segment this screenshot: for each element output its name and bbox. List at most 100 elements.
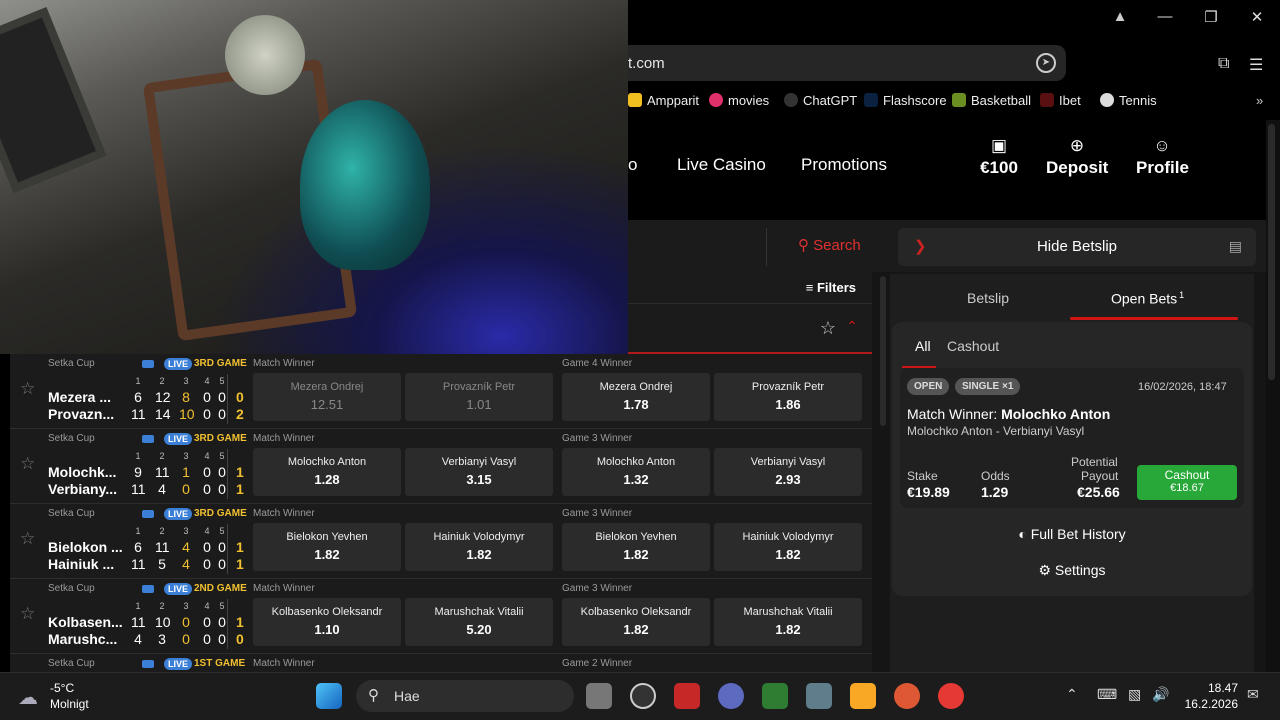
close-button[interactable]: ✕ (1242, 8, 1272, 30)
duckduckgo-icon[interactable] (894, 683, 920, 709)
start-icon[interactable] (316, 683, 342, 709)
odds-button[interactable]: Marushchak Vitalii 1.82 (714, 598, 862, 646)
network-icon[interactable]: ▧ (1128, 686, 1141, 703)
bookmark-basketball[interactable]: Basketball (952, 93, 1031, 108)
competition-name: Setka Cup (48, 433, 95, 444)
odds-button[interactable]: Provazník Petr 1.01 (405, 373, 553, 421)
nav-promotions[interactable]: Promotions (801, 155, 887, 175)
keyboard-icon[interactable]: ⌨ (1097, 686, 1117, 703)
tab-betslip[interactable]: Betslip (967, 290, 1009, 306)
chevron-up-icon[interactable]: ⌃ (1066, 686, 1078, 703)
player-name: Verbiany... (48, 481, 117, 497)
score-divider (227, 524, 228, 574)
chevron-up-icon[interactable]: ⌃ (846, 318, 858, 335)
favorite-star-icon[interactable]: ☆ (20, 529, 35, 549)
settings-link[interactable]: ⚙ Settings (890, 562, 1254, 579)
star-icon[interactable]: ☆ (820, 318, 836, 339)
competition-name: Setka Cup (48, 583, 95, 594)
taskview-icon[interactable] (586, 683, 612, 709)
restore-button[interactable]: ❐ (1196, 8, 1226, 30)
competition-name: Setka Cup (48, 358, 95, 369)
live-badge: LIVE (164, 658, 193, 670)
app-icon-4[interactable] (938, 683, 964, 709)
set-score: 0 (203, 614, 211, 630)
search-button[interactable]: ⚲ Search (798, 236, 861, 254)
address-bar[interactable]: t.com ➤ (628, 45, 1066, 81)
odds-button[interactable]: Verbianyi Vasyl 2.93 (714, 448, 862, 496)
set-header: 3 (183, 526, 189, 536)
deposit-button[interactable]: ⊕ Deposit (1046, 136, 1108, 178)
bookmark-flashscore[interactable]: Flashscore (864, 93, 947, 108)
odds-button[interactable]: Molochko Anton 1.32 (562, 448, 710, 496)
file-explorer-icon[interactable] (850, 683, 876, 709)
set-header: 1 (135, 376, 141, 386)
full-bet-history-link[interactable]: ◐ Full Bet History (890, 526, 1254, 542)
cashout-button[interactable]: Cashout €18.67 (1137, 465, 1237, 500)
more-bookmarks-icon[interactable]: » (1256, 93, 1263, 108)
search-icon: ⚲ (368, 687, 379, 704)
favorite-star-icon[interactable]: ☆ (20, 604, 35, 624)
odds-button[interactable]: Molochko Anton 1.28 (253, 448, 401, 496)
minimize-button[interactable]: — (1150, 8, 1180, 30)
odds-button[interactable]: Hainiuk Volodymyr 1.82 (405, 523, 553, 571)
page-scrollbar[interactable] (1268, 124, 1275, 380)
nav-item-partial[interactable]: o (628, 155, 637, 175)
webcam-video (0, 0, 628, 354)
flashscore-icon (864, 93, 878, 107)
odds-button[interactable]: Verbianyi Vasyl 3.15 (405, 448, 553, 496)
odds-button[interactable]: Bielokon Yevhen 1.82 (562, 523, 710, 571)
match-row: Setka Cup LIVE 1ST GAME Match Winner Game 2 … (10, 654, 872, 672)
chrome-icon[interactable] (630, 683, 656, 709)
fire-icon[interactable]: ▲ (1105, 8, 1135, 30)
odds-button[interactable]: Marushchak Vitalii 5.20 (405, 598, 553, 646)
favorite-star-icon[interactable]: ☆ (20, 379, 35, 399)
list-scrollbar[interactable] (880, 276, 886, 426)
betslip-tabs: Betslip Open Bets 1 (890, 278, 1254, 318)
odds-button[interactable]: Provazník Petr 1.86 (714, 373, 862, 421)
balance-button[interactable]: ▣ €100 (980, 136, 1018, 178)
hide-betslip-button[interactable]: ❯ Hide Betslip ▤ (898, 228, 1256, 266)
bookmark-ibet[interactable]: Ibet (1040, 93, 1081, 108)
player-name: Molochk... (48, 464, 117, 480)
tabs-icon[interactable]: ⧉ (1218, 55, 1229, 73)
bookmark-ampparit[interactable]: Ampparit (628, 93, 699, 108)
set-header: 4 (204, 526, 210, 536)
bookmark-tennis[interactable]: Tennis (1100, 93, 1157, 108)
subtab-all[interactable]: All (915, 338, 931, 354)
taskbar-search[interactable]: ⚲ Hae (356, 680, 574, 712)
odds-button[interactable]: Kolbasenko Oleksandr 1.10 (253, 598, 401, 646)
weather-widget[interactable]: -5°C Molnigt (50, 680, 89, 712)
filters-button[interactable]: ≡ Filters (806, 280, 856, 295)
app-icon-2[interactable] (718, 683, 744, 709)
volume-icon[interactable]: 🔊 (1152, 686, 1169, 703)
bookmark-chatgpt[interactable]: ChatGPT (784, 93, 857, 108)
set-score: 11 (131, 556, 146, 572)
odds-button[interactable]: Bielokon Yevhen 1.82 (253, 523, 401, 571)
match-row: Setka Cup LIVE 3RD GAME Match Winner Game 4 … (10, 354, 872, 429)
odds-value: 1.29 (981, 484, 1009, 500)
odds-button[interactable]: Hainiuk Volodymyr 1.82 (714, 523, 862, 571)
profile-button[interactable]: ☺ Profile (1136, 136, 1189, 178)
active-tab-indicator (1070, 317, 1238, 320)
user-icon: ☺ (1153, 136, 1171, 155)
odds-button[interactable]: Kolbasenko Oleksandr 1.82 (562, 598, 710, 646)
share-icon[interactable]: ➤ (1036, 53, 1056, 73)
tab-open-bets[interactable]: Open Bets 1 (1111, 290, 1184, 307)
calculator-icon[interactable] (806, 683, 832, 709)
bookmark-movies[interactable]: movies (709, 93, 769, 108)
market-label: Game 2 Winner (562, 658, 633, 669)
sets-won: 0 (236, 389, 244, 405)
odds-button[interactable]: Mezera Ondrej 1.78 (562, 373, 710, 421)
notification-icon[interactable]: ✉ (1247, 686, 1259, 703)
menu-icon[interactable]: ☰ (1249, 55, 1263, 75)
nav-live-casino[interactable]: Live Casino (677, 155, 766, 175)
clock[interactable]: 18.47 16.2.2026 (1174, 680, 1238, 712)
set-score: 14 (155, 406, 171, 422)
subtab-cashout[interactable]: Cashout (947, 338, 999, 354)
odds-button[interactable]: Mezera Ondrej 12.51 (253, 373, 401, 421)
app-icon-3[interactable] (762, 683, 788, 709)
set-header: 1 (135, 526, 141, 536)
favorite-star-icon[interactable]: ☆ (20, 454, 35, 474)
app-icon-1[interactable] (674, 683, 700, 709)
set-header: 2 (159, 601, 165, 611)
